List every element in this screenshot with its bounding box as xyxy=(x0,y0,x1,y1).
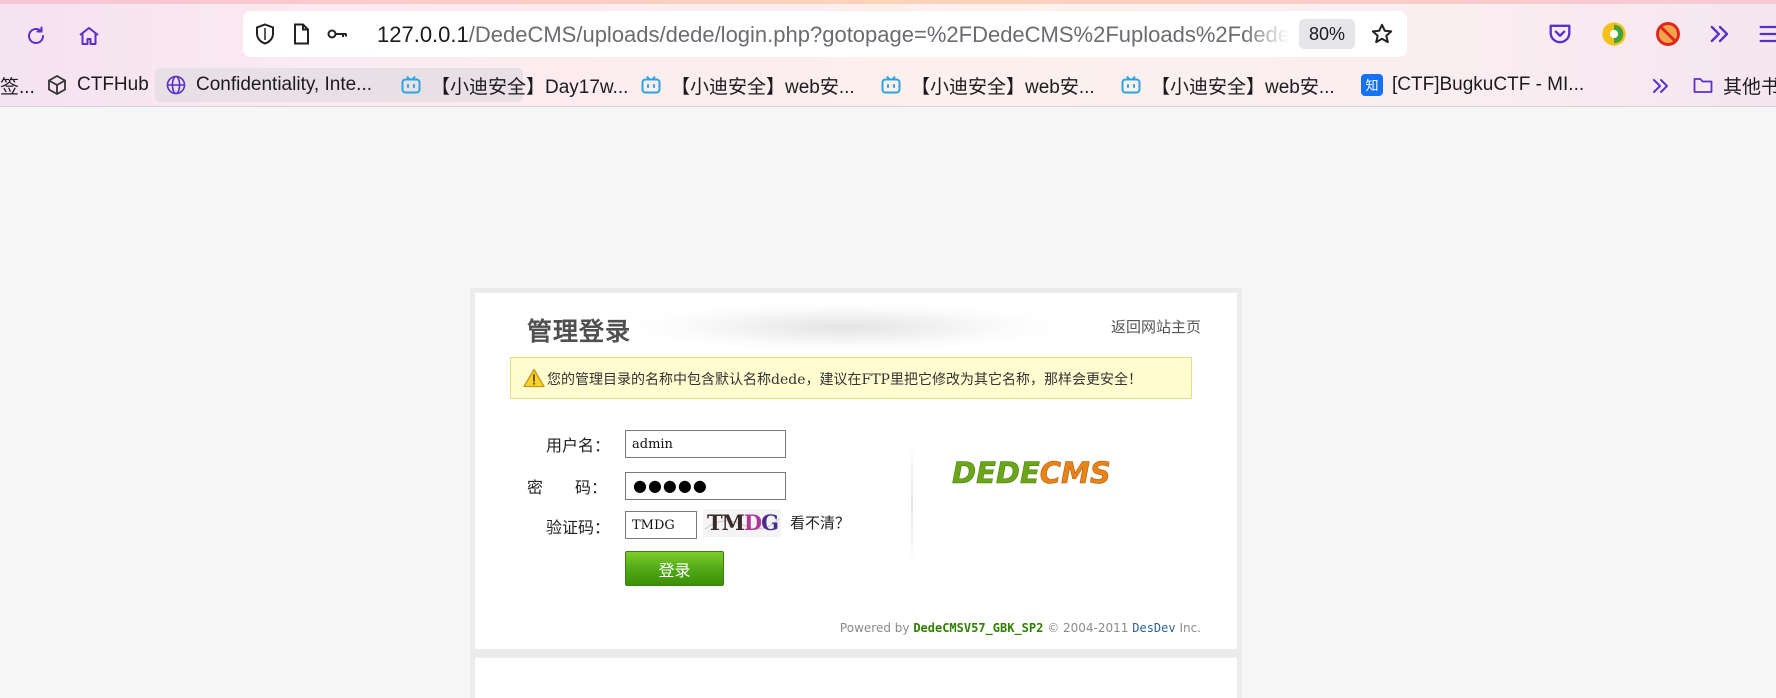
menu-icon[interactable] xyxy=(1756,20,1776,48)
footer-company[interactable]: DesDev xyxy=(1132,621,1175,635)
key-icon[interactable] xyxy=(325,22,349,46)
url-bar[interactable]: 127.0.0.1/DedeCMS/uploads/dede/login.php… xyxy=(243,11,1407,57)
ctfhub-icon xyxy=(48,74,66,96)
browser-toolbar: 127.0.0.1/DedeCMS/uploads/dede/login.php… xyxy=(0,0,1776,107)
captcha-refresh-link[interactable]: 看不清？ xyxy=(790,512,850,533)
folder-icon xyxy=(1693,78,1713,93)
bookmark-label: 【小迪安全】web安... xyxy=(671,76,855,98)
title-glow-decoration xyxy=(635,303,1055,351)
bookmark-item-bilibili[interactable]: 【小迪安全】web安... xyxy=(880,68,1095,102)
url-text[interactable]: 127.0.0.1/DedeCMS/uploads/dede/login.php… xyxy=(377,21,1289,49)
bookmark-label: 签... xyxy=(0,76,35,98)
login-panel: 管理登录 返回网站主页 您的管理目录的名称中包含默认名称dede，建议在FTP里… xyxy=(470,288,1242,654)
bilibili-icon xyxy=(641,75,661,94)
warning-text: 您的管理目录的名称中包含默认名称dede，建议在FTP里把它修改为其它名称，那样… xyxy=(547,372,1142,388)
footer-copyright: © 2004-2011 xyxy=(1047,621,1129,635)
bookmark-item-bilibili[interactable]: 【小迪安全】web安... xyxy=(1120,68,1335,102)
pocket-icon[interactable] xyxy=(1546,20,1574,48)
captcha-label: 验证码： xyxy=(546,518,611,537)
bookmark-label: Confidentiality, Inte... xyxy=(196,74,373,95)
warning-icon xyxy=(523,368,545,388)
vertical-divider xyxy=(911,440,913,570)
login-button[interactable]: 登录 xyxy=(625,551,724,586)
url-path: /DedeCMS/uploads/dede/login.php?gotopage… xyxy=(468,22,1289,47)
bookmark-label: CTFHub xyxy=(77,74,149,95)
reload-button[interactable] xyxy=(16,16,56,56)
shield-icon[interactable] xyxy=(253,22,277,46)
bookmark-label: 【小迪安全】web安... xyxy=(911,76,1095,98)
password-mask: ●●●●● xyxy=(633,476,708,495)
bilibili-icon xyxy=(401,75,421,94)
bookmark-label: 【小迪安全】Day17w... xyxy=(431,76,629,98)
extension-icon[interactable] xyxy=(1600,20,1628,48)
footer-powered-by: Powered by xyxy=(839,621,910,635)
reload-icon xyxy=(28,26,44,44)
captcha-image[interactable]: TMDG xyxy=(703,509,781,537)
overflow-chevrons-icon[interactable] xyxy=(1706,20,1734,48)
globe-icon xyxy=(166,75,186,95)
home-icon xyxy=(79,27,99,45)
bookmark-folder-other[interactable]: 其他书 xyxy=(1692,68,1776,102)
bookmark-item-bilibili[interactable]: 【小迪安全】web安... xyxy=(640,68,855,102)
blocked-extension-icon[interactable] xyxy=(1654,20,1682,48)
bookmark-star-icon[interactable] xyxy=(1370,22,1394,46)
warning-banner: 您的管理目录的名称中包含默认名称dede，建议在FTP里把它修改为其它名称，那样… xyxy=(510,357,1192,399)
username-input[interactable] xyxy=(625,430,786,458)
window-accent-strip xyxy=(0,0,1776,4)
bookmark-item[interactable]: 签... xyxy=(0,68,35,102)
bookmark-label: 其他书 xyxy=(1723,76,1776,98)
zhihu-icon: 知 xyxy=(1361,74,1383,96)
bilibili-icon xyxy=(881,75,901,94)
dedecms-logo: DEDECMS xyxy=(952,456,1111,491)
back-to-home-link[interactable]: 返回网站主页 xyxy=(1111,316,1201,337)
bookmark-item-bilibili[interactable]: 【小迪安全】Day17w... xyxy=(400,68,628,102)
bookmarks-overflow-icon[interactable] xyxy=(1650,75,1672,97)
captcha-input[interactable] xyxy=(625,511,697,539)
footer-suffix: Inc. xyxy=(1179,621,1201,635)
zoom-level-badge[interactable]: 80% xyxy=(1299,19,1355,49)
bookmark-item-ctfhub[interactable]: CTFHub xyxy=(46,68,149,102)
page-title: 管理登录 xyxy=(527,317,632,346)
password-input[interactable]: ●●●●● xyxy=(625,472,786,500)
svg-text:知: 知 xyxy=(1365,78,1378,94)
bilibili-icon xyxy=(1121,75,1141,94)
home-button[interactable] xyxy=(69,16,109,56)
captcha-glyphs: TMDG xyxy=(707,510,778,535)
page-icon[interactable] xyxy=(289,22,313,46)
bookmark-label: 【小迪安全】web安... xyxy=(1151,76,1335,98)
bookmarks-bar: 签... CTFHub Confidentiality, Inte... 【小迪… xyxy=(0,66,1776,104)
secondary-panel xyxy=(470,653,1242,698)
password-label: 密 码： xyxy=(527,478,608,497)
footer-credit: Powered by DedeCMSV57_GBK_SP2 © 2004-201… xyxy=(840,621,1201,635)
logo-text: DEDECMS xyxy=(952,456,1111,490)
bookmark-label: [CTF]BugkuCTF - MI... xyxy=(1392,74,1585,95)
url-host: 127.0.0.1 xyxy=(377,22,469,47)
username-label: 用户名： xyxy=(546,436,611,455)
bookmark-item-bugku[interactable]: 知 [CTF]BugkuCTF - MI... xyxy=(1361,68,1584,102)
footer-version[interactable]: DedeCMSV57_GBK_SP2 xyxy=(913,621,1043,635)
